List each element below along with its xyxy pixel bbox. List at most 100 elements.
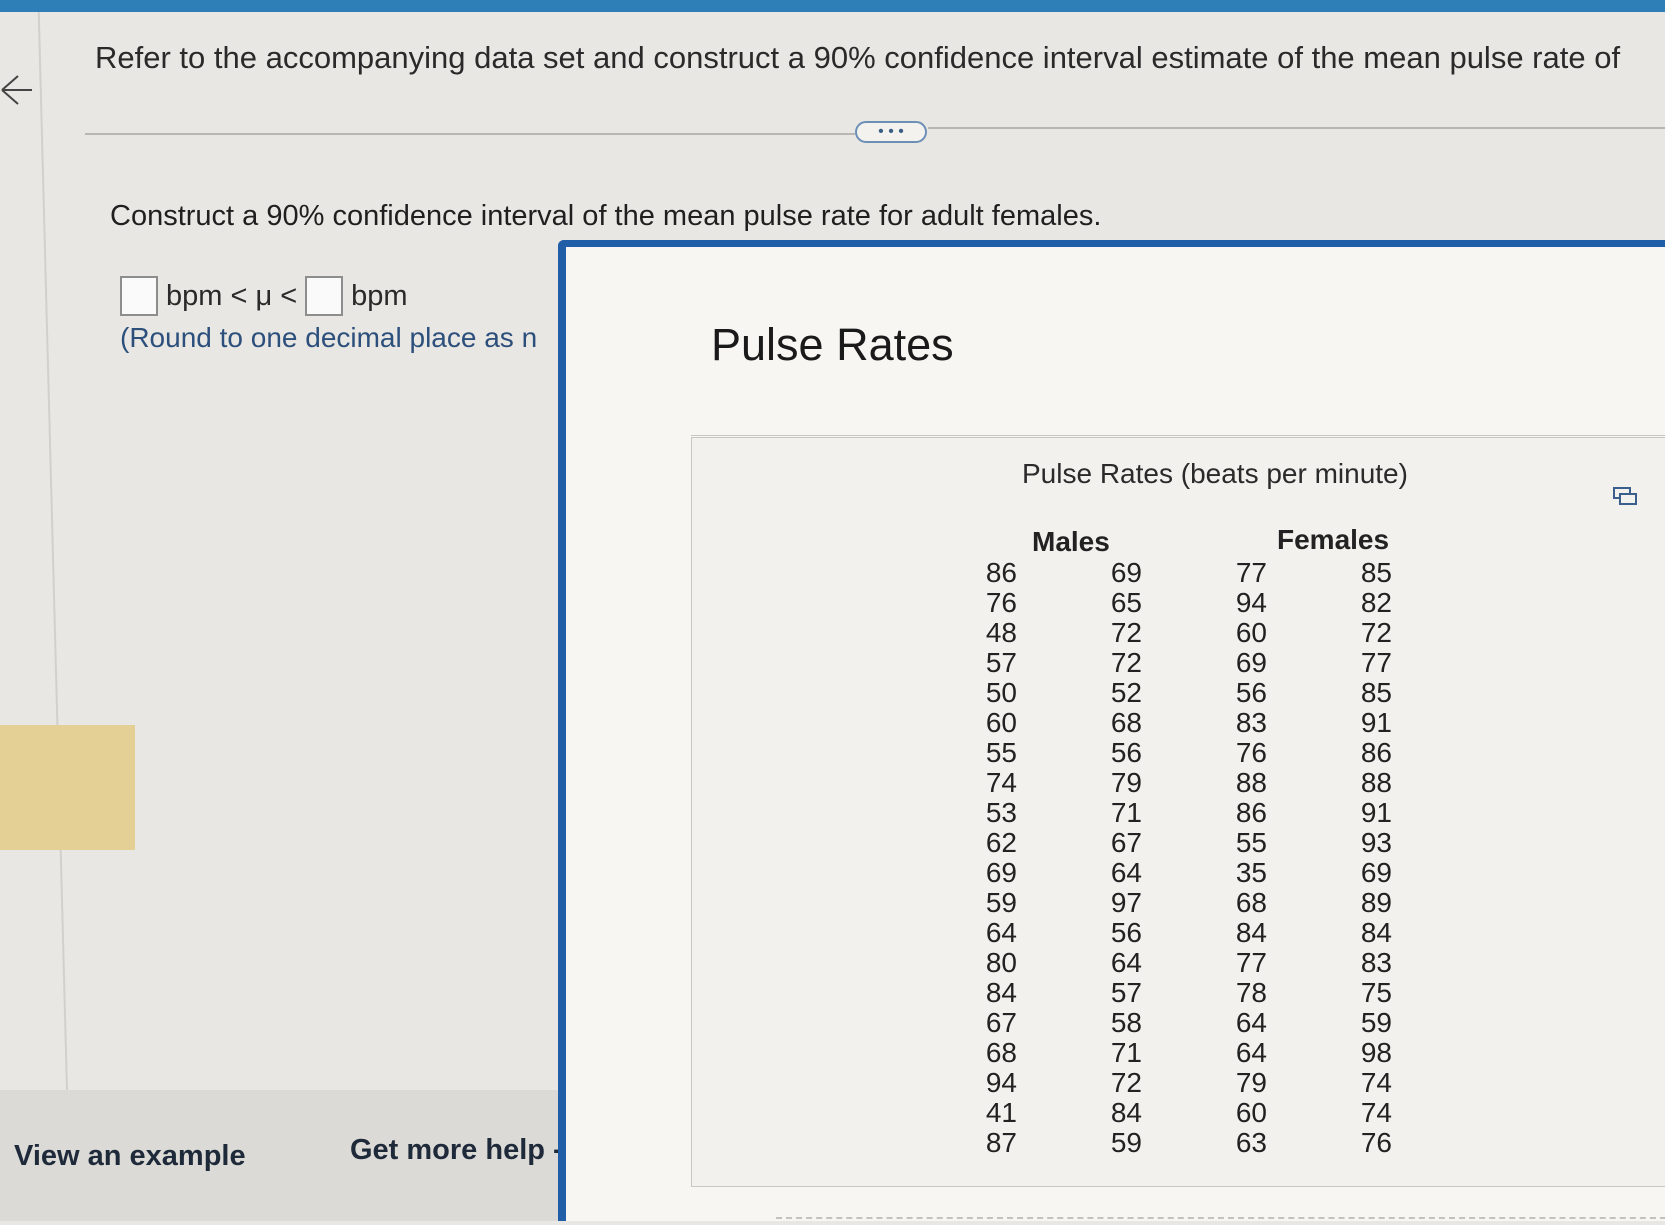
table-cell: 82 (1360, 587, 1392, 618)
table-cell: 86 (1360, 737, 1392, 768)
table-cell: 63 (1235, 1127, 1267, 1158)
table-cell: 60 (1235, 1097, 1267, 1128)
table-cell: 50 (985, 677, 1017, 708)
data-table-panel: Pulse Rates (beats per minute) Males Fem… (691, 437, 1665, 1187)
table-cell: 84 (1110, 1097, 1142, 1128)
table-cell: 55 (985, 737, 1017, 768)
table-cell: 83 (1360, 947, 1392, 978)
table-cell: 60 (985, 707, 1017, 738)
table-cell: 56 (1235, 677, 1267, 708)
table-cell: 86 (1235, 797, 1267, 828)
table-cell: 67 (1110, 827, 1142, 858)
table-cell: 88 (1235, 767, 1267, 798)
unit-left-label: bpm < μ < (166, 279, 298, 312)
table-cell: 53 (985, 797, 1017, 828)
table-cell: 74 (1360, 1097, 1392, 1128)
upper-bound-input[interactable] (305, 276, 344, 316)
table-cell: 57 (1110, 977, 1142, 1008)
table-cell: 89 (1360, 887, 1392, 918)
table-cell: 58 (1110, 1007, 1142, 1038)
section-divider (928, 127, 1665, 129)
table-cell: 85 (1360, 557, 1392, 588)
table-cell: 77 (1235, 557, 1267, 588)
answer-row: bpm < μ < bpm (120, 272, 416, 320)
view-example-link[interactable]: View an example (14, 1140, 246, 1173)
table-cell: 77 (1360, 647, 1392, 678)
table-cell: 69 (1110, 557, 1142, 588)
table-cell: 78 (1235, 977, 1267, 1008)
table-cell: 74 (1360, 1067, 1392, 1098)
table-cell: 79 (1110, 767, 1142, 798)
table-cell: 69 (985, 857, 1017, 888)
table-cell: 83 (1235, 707, 1267, 738)
table-cell: 64 (1235, 1007, 1267, 1038)
table-cell: 79 (1235, 1067, 1267, 1098)
table-cell: 64 (1110, 947, 1142, 978)
table-cell: 59 (1360, 1007, 1392, 1038)
highlight-block (0, 725, 135, 850)
section-divider (85, 133, 855, 135)
table-cell: 48 (985, 617, 1017, 648)
top-bar (0, 0, 1665, 12)
table-cell: 57 (985, 647, 1017, 678)
table-cell: 98 (1360, 1037, 1392, 1068)
table-cell: 80 (985, 947, 1017, 978)
males-header: Males (1032, 526, 1110, 557)
table-cell: 68 (985, 1037, 1017, 1068)
table-cell: 60 (1235, 617, 1267, 648)
table-cell: 35 (1235, 857, 1267, 888)
table-cell: 93 (1360, 827, 1392, 858)
females-column-2: 85 82 72 77 85 91 86 88 91 93 69 89 84 83 75 59 98 74 74 76 (1332, 558, 1392, 1158)
males-column-2: 69 65 72 72 52 68 56 79 71 67 64 97 56 64 57 58 71 72 84 59 (1082, 558, 1142, 1158)
get-more-help-button[interactable]: Get more help - (350, 1134, 563, 1167)
table-cell: 72 (1110, 1067, 1142, 1098)
back-arrow-icon[interactable] (0, 70, 34, 110)
table-cell: 72 (1110, 647, 1142, 678)
table-cell: 72 (1360, 617, 1392, 648)
table-cell: 62 (985, 827, 1017, 858)
table-cell: 64 (985, 917, 1017, 948)
table-cell: 76 (1235, 737, 1267, 768)
popup-title: Pulse Rates (711, 319, 954, 370)
table-cell: 68 (1110, 707, 1142, 738)
table-cell: 56 (1110, 917, 1142, 948)
table-cell: 67 (985, 1007, 1017, 1038)
table-cell: 64 (1110, 857, 1142, 888)
table-cell: 85 (1360, 677, 1392, 708)
table-title: Pulse Rates (beats per minute) (1022, 458, 1408, 489)
table-cell: 68 (1235, 887, 1267, 918)
table-cell: 52 (1110, 677, 1142, 708)
table-cell: 76 (1360, 1127, 1392, 1158)
table-cell: 59 (985, 887, 1017, 918)
table-cell: 55 (1235, 827, 1267, 858)
table-cell: 97 (1110, 887, 1142, 918)
table-cell: 74 (985, 767, 1017, 798)
table-cell: 91 (1360, 797, 1392, 828)
males-column-1: 86 76 48 57 50 60 55 74 53 62 69 59 64 80 84 67 68 94 41 87 (957, 558, 1017, 1158)
popup-divider (691, 435, 1665, 436)
copy-icon[interactable] (1612, 486, 1640, 508)
table-cell: 69 (1235, 647, 1267, 678)
table-cell: 84 (1235, 917, 1267, 948)
pulse-rates-popup: Pulse Rates Pulse Rates (beats per minut… (558, 240, 1665, 1221)
table-cell: 56 (1110, 737, 1142, 768)
table-cell: 88 (1360, 767, 1392, 798)
table-cell: 76 (985, 587, 1017, 618)
table-cell: 71 (1110, 797, 1142, 828)
table-cell: 94 (985, 1067, 1017, 1098)
table-cell: 84 (985, 977, 1017, 1008)
panel-divider (37, 12, 69, 1102)
table-cell: 41 (985, 1097, 1017, 1128)
question-text: Construct a 90% confidence interval of t… (110, 200, 1102, 232)
table-cell: 65 (1110, 587, 1142, 618)
table-cell: 69 (1360, 857, 1392, 888)
table-cell: 64 (1235, 1037, 1267, 1068)
table-cell: 77 (1235, 947, 1267, 978)
table-cell: 86 (985, 557, 1017, 588)
table-cell: 72 (1110, 617, 1142, 648)
lower-bound-input[interactable] (120, 276, 158, 316)
expand-more-button[interactable]: • • • (855, 121, 927, 143)
table-cell: 87 (985, 1127, 1017, 1158)
prompt-text: Refer to the accompanying data set and c… (95, 40, 1621, 75)
table-cell: 91 (1360, 707, 1392, 738)
